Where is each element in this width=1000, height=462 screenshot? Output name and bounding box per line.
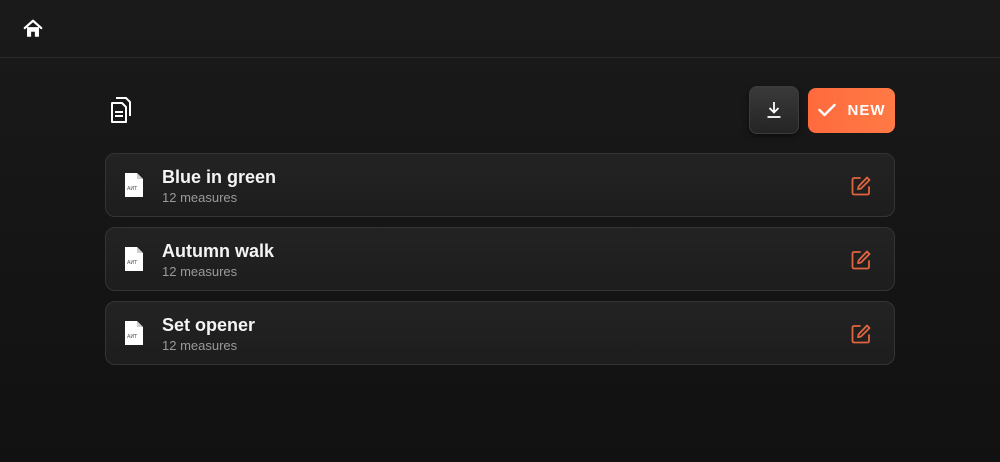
top-bar — [0, 0, 1000, 58]
list-item[interactable]: AИT Blue in green 12 measures — [105, 153, 895, 217]
file-icon: AИT — [125, 321, 143, 345]
list-item-text: Autumn walk 12 measures — [162, 240, 274, 281]
document-list: AИT Blue in green 12 measures AИT Autumn… — [105, 153, 895, 375]
list-item[interactable]: AИT Set opener 12 measures — [105, 301, 895, 365]
list-item[interactable]: AИT Autumn walk 12 measures — [105, 227, 895, 291]
file-icon: AИT — [125, 173, 143, 197]
download-icon — [767, 102, 781, 118]
list-item-title: Blue in green — [162, 167, 277, 187]
list-item-subtitle: 12 measures — [162, 190, 238, 205]
file-icon: AИT — [125, 247, 143, 271]
edit-icon[interactable] — [850, 249, 872, 271]
list-item-title: Autumn walk — [162, 241, 275, 261]
list-item-subtitle: 12 measures — [162, 264, 238, 279]
svg-text:AИT: AИT — [127, 334, 138, 340]
svg-text:AИT: AИT — [127, 260, 138, 266]
list-item-text: Set opener 12 measures — [162, 314, 255, 355]
list-item-title: Set opener — [162, 315, 256, 335]
list-item-subtitle: 12 measures — [162, 338, 238, 353]
edit-icon[interactable] — [850, 175, 872, 197]
home-icon[interactable] — [22, 18, 44, 40]
new-button[interactable]: NEW — [808, 87, 895, 133]
app-root: NEW AИT Blue in green 12 measures AИT Au… — [0, 0, 1000, 462]
new-button-label: NEW — [847, 101, 886, 119]
toolbar-actions: NEW — [749, 86, 895, 134]
edit-icon[interactable] — [850, 323, 872, 345]
check-icon — [817, 103, 836, 117]
svg-text:AИT: AИT — [127, 186, 138, 192]
documents-icon — [108, 96, 134, 124]
download-button[interactable] — [749, 86, 799, 134]
list-item-text: Blue in green 12 measures — [162, 166, 276, 207]
toolbar: NEW — [106, 86, 895, 134]
